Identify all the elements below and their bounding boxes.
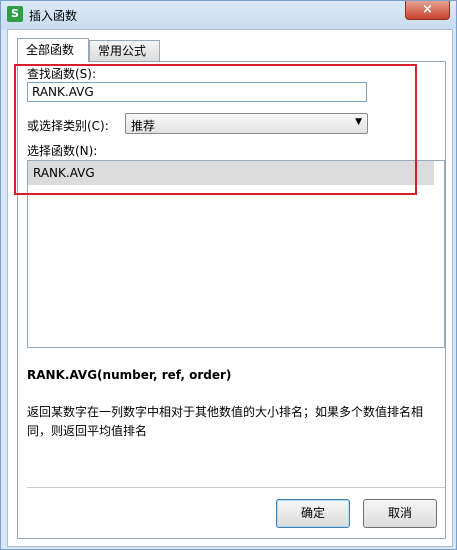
function-description: 返回某数字在一列数字中相对于其他数值的大小排名；如果多个数值排名相同，则返回平均…	[27, 405, 424, 438]
tab-panel: 查找函数(S): 或选择类别(C): 推荐 ▼ 选择函数(N): RANK.AV…	[17, 61, 446, 539]
dialog-body: 全部函数 常用公式 查找函数(S): 或选择类别(C): 推荐 ▼ 选择函数(N…	[7, 29, 453, 547]
search-label: 查找函数(S):	[27, 67, 97, 81]
function-list-label: 选择函数(N):	[27, 144, 98, 158]
app-logo-icon: S	[7, 6, 23, 22]
title-bar[interactable]: S 插入函数 ×	[1, 1, 456, 29]
dropdown-arrow-icon: ▼	[355, 117, 362, 127]
category-selected-value: 推荐	[131, 119, 156, 133]
list-item[interactable]: RANK.AVG	[28, 161, 434, 185]
ok-button[interactable]: 确定	[276, 499, 350, 528]
window-title: 插入函数	[29, 9, 78, 23]
insert-function-dialog: S 插入函数 × 全部函数 常用公式 查找函数(S): 或选择类别(C): 推荐…	[0, 0, 457, 550]
cancel-button[interactable]: 取消	[363, 499, 437, 528]
divider	[27, 487, 445, 488]
tab-all-functions[interactable]: 全部函数	[17, 38, 89, 62]
search-input[interactable]	[27, 82, 367, 102]
tab-common-formulas[interactable]: 常用公式	[89, 40, 160, 61]
function-listbox[interactable]: RANK.AVG	[27, 160, 445, 348]
category-label: 或选择类别(C):	[27, 119, 109, 133]
category-select[interactable]: 推荐 ▼	[125, 113, 368, 134]
function-signature: RANK.AVG(number, ref, order)	[27, 368, 232, 382]
close-button[interactable]: ×	[405, 1, 450, 20]
